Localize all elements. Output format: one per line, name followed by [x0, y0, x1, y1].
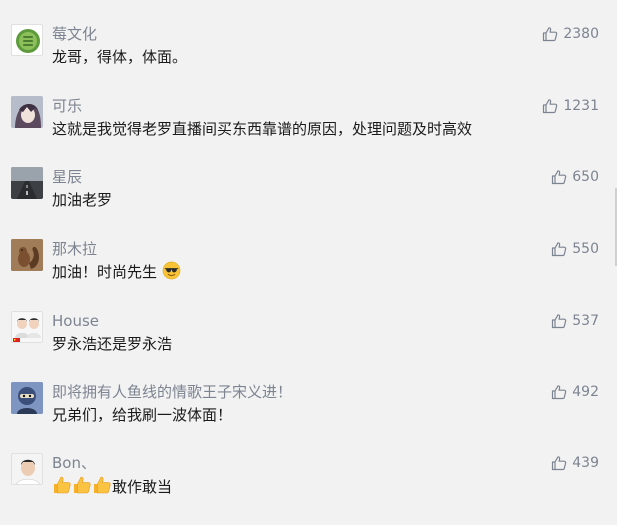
- username[interactable]: 可乐: [52, 96, 82, 116]
- like-button[interactable]: 650: [551, 167, 599, 187]
- comment-item: 可乐 这就是我觉得老罗直播间买东西靠谱的原因，处理问题及时高效 1231: [0, 96, 617, 168]
- comment-text-content: 加油！时尚先生: [52, 263, 158, 281]
- avatar[interactable]: [11, 311, 43, 343]
- two-men-avatar-icon: [12, 312, 42, 342]
- like-count: 439: [572, 455, 599, 471]
- comment-item: 那木拉 加油！时尚先生 550: [0, 239, 617, 311]
- comment-text: 加油老罗: [52, 191, 113, 209]
- cartoon-avatar-icon: [11, 382, 43, 414]
- like-button[interactable]: 2380: [542, 24, 599, 44]
- like-count: 2380: [563, 26, 599, 42]
- like-count: 550: [572, 241, 599, 257]
- username[interactable]: 即将拥有人鱼线的情歌王子宋义进！: [52, 382, 292, 402]
- comment-item: 莓文化 龙哥，得体，体面。 2380: [0, 24, 617, 96]
- comment-text-content: 敢作敢当: [112, 478, 173, 496]
- like-button[interactable]: 492: [551, 382, 599, 402]
- like-button[interactable]: 439: [551, 453, 599, 473]
- thumbs-up-emoji-icon: [94, 476, 111, 494]
- man-avatar-icon: [12, 454, 42, 484]
- squirrel-avatar-icon: [11, 239, 43, 271]
- sunglasses-emoji-icon: [162, 261, 181, 280]
- road-avatar-icon: [11, 167, 43, 199]
- avatar[interactable]: [11, 24, 43, 56]
- thumbs-up-icon: [552, 314, 567, 329]
- comment-item: Bon、 敢作敢当 439: [0, 453, 617, 525]
- thumbs-up-icon: [552, 385, 567, 400]
- comment-list: 莓文化 龙哥，得体，体面。 2380 可乐 这就是我觉得老罗直播间买东西靠谱的原…: [0, 0, 617, 501]
- username[interactable]: 莓文化: [52, 24, 97, 44]
- thumbs-up-icon: [543, 99, 558, 114]
- like-count: 650: [572, 169, 599, 185]
- like-count: 492: [572, 384, 599, 400]
- thumbs-up-icon: [543, 27, 558, 42]
- comment-text: 兄弟们，给我刷一波体面！: [52, 406, 233, 424]
- avatar[interactable]: [11, 453, 43, 485]
- thumbs-up-emoji-icon: [74, 476, 91, 494]
- comment-text: 加油！时尚先生: [52, 261, 181, 283]
- avatar[interactable]: [11, 239, 43, 271]
- like-button[interactable]: 537: [551, 311, 599, 331]
- comment-item: 星辰 加油老罗 650: [0, 167, 617, 239]
- thumbs-up-emoji-icon: [54, 476, 71, 494]
- comment-text: 敢作敢当: [52, 475, 172, 498]
- comment-text: 龙哥，得体，体面。: [52, 48, 188, 66]
- comment-text: 罗永浩还是罗永浩: [52, 335, 173, 353]
- username[interactable]: 星辰: [52, 167, 82, 187]
- thumbs-up-icon: [552, 242, 567, 257]
- thumbs-up-icon: [552, 170, 567, 185]
- comment-item: 即将拥有人鱼线的情歌王子宋义进！ 兄弟们，给我刷一波体面！ 492: [0, 382, 617, 454]
- username[interactable]: 那木拉: [52, 239, 97, 259]
- green-bug-avatar-icon: [16, 29, 40, 53]
- comment-text: 这就是我觉得老罗直播间买东西靠谱的原因，处理问题及时高效: [52, 120, 473, 138]
- thumbs-up-icon: [552, 456, 567, 471]
- avatar[interactable]: [11, 96, 43, 128]
- username[interactable]: Bon、: [52, 453, 96, 473]
- username[interactable]: House: [52, 311, 99, 331]
- avatar[interactable]: [11, 167, 43, 199]
- anime-avatar-icon: [11, 96, 43, 128]
- like-button[interactable]: 1231: [542, 96, 599, 116]
- like-button[interactable]: 550: [551, 239, 599, 259]
- avatar[interactable]: [11, 382, 43, 414]
- comment-item: House 罗永浩还是罗永浩 537: [0, 311, 617, 383]
- like-count: 537: [572, 313, 599, 329]
- like-count: 1231: [563, 98, 599, 114]
